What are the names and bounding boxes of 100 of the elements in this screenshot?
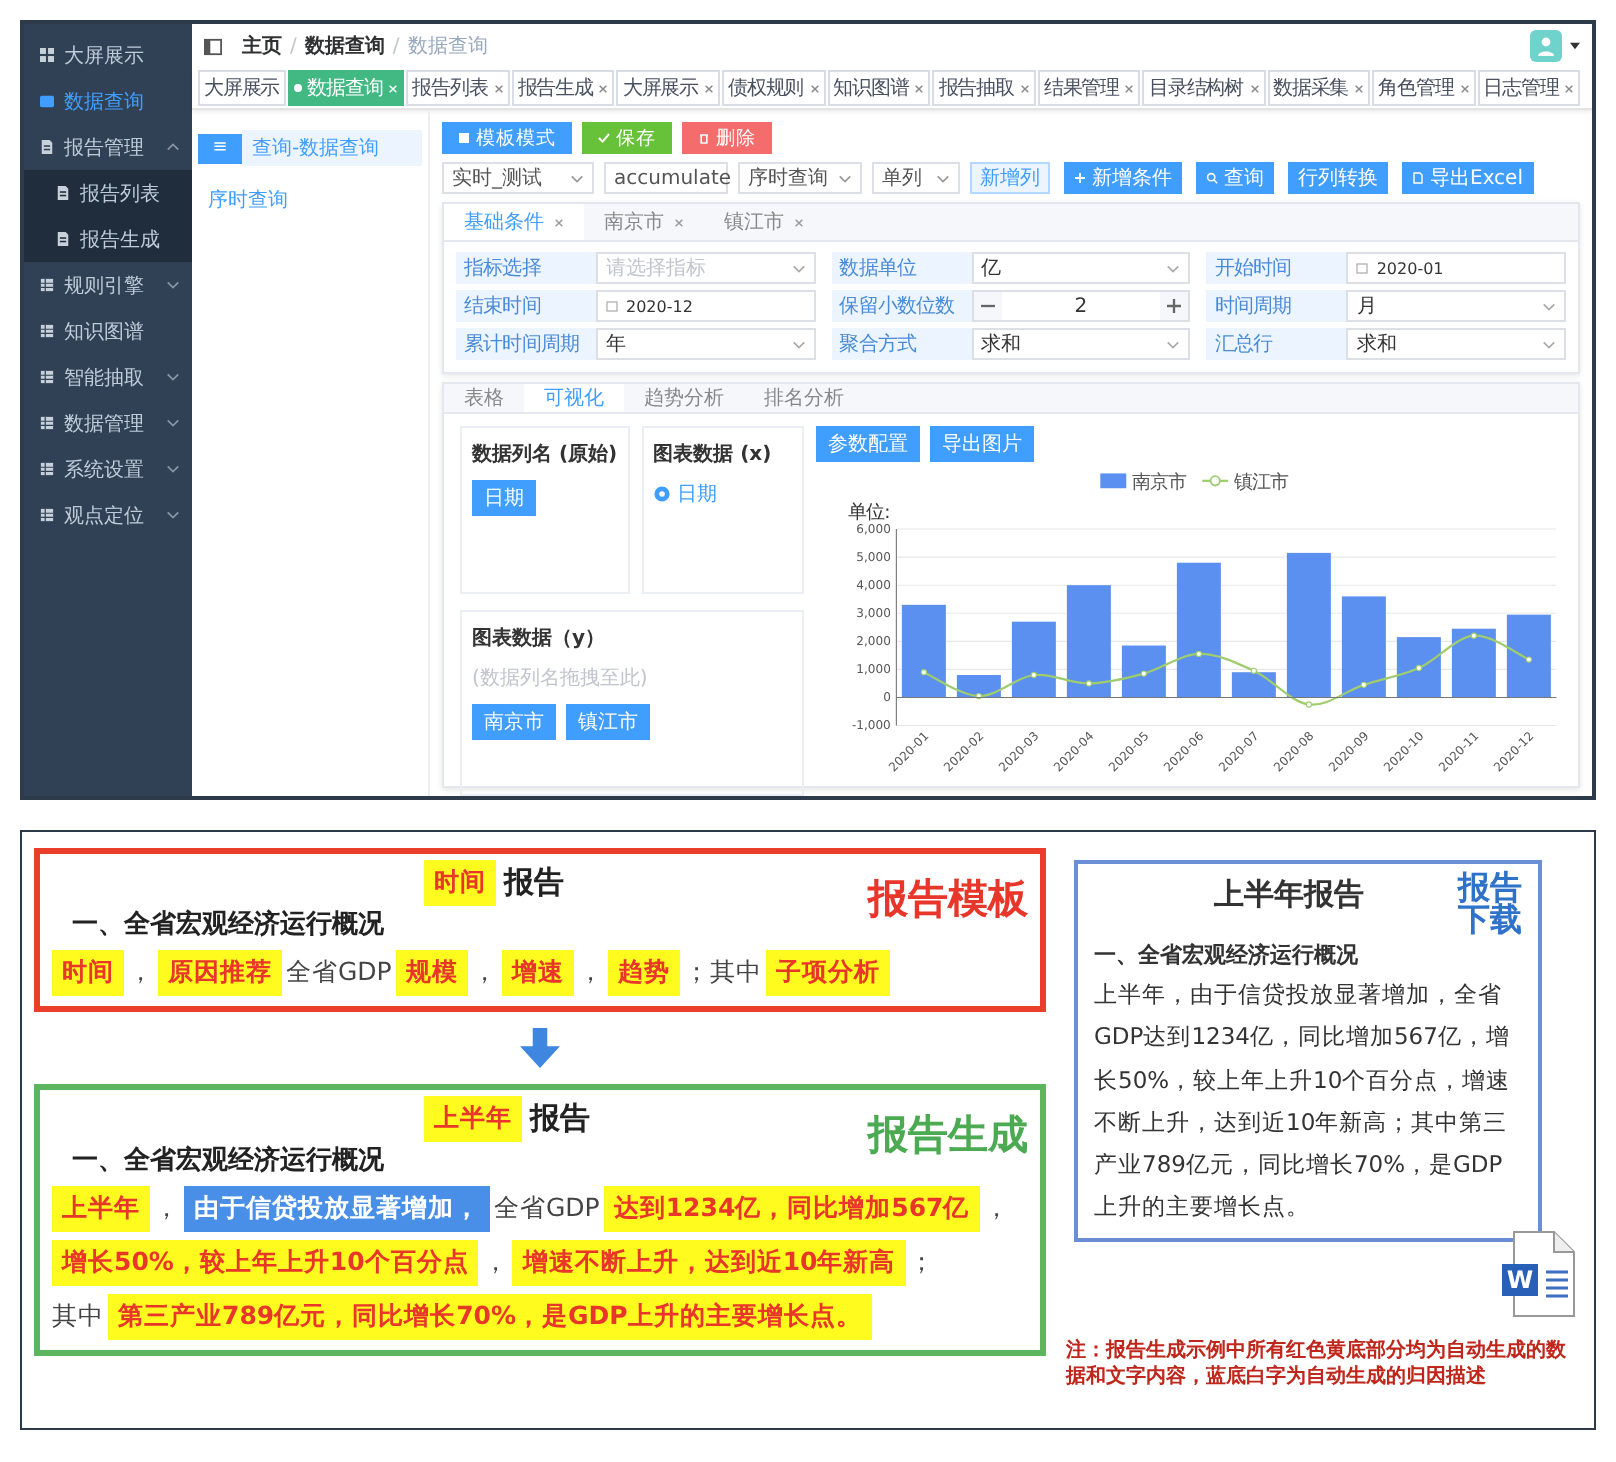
line-point — [1030, 671, 1038, 679]
sidebar-item[interactable]: 智能抽取 — [24, 354, 192, 400]
section-heading: 一、全省宏观经济运行概况 — [72, 907, 386, 942]
close-icon[interactable] — [674, 217, 684, 227]
page-tab[interactable]: 报告抽取 — [932, 70, 1036, 106]
condition-tab[interactable]: 南京市 — [584, 204, 704, 240]
page-tab[interactable]: 角色管理 — [1372, 70, 1476, 106]
report-text: 上半年 — [424, 1096, 522, 1142]
report-text: 时间 — [52, 950, 124, 996]
folder-icon — [40, 94, 54, 108]
select-field[interactable]: 求和 — [971, 328, 1191, 360]
legend-item[interactable]: 南京市 — [1100, 472, 1186, 495]
square-icon — [458, 132, 470, 144]
report-text: 增长50%，较上年上升10个百分点 — [52, 1240, 479, 1286]
bar — [1011, 621, 1056, 698]
close-icon[interactable] — [493, 83, 504, 93]
sidebar-subitem[interactable]: 报告生成 — [24, 216, 192, 262]
collapse-icon[interactable] — [204, 37, 222, 55]
result-tab[interactable]: 趋势分析 — [624, 384, 744, 412]
close-icon[interactable] — [1019, 83, 1030, 93]
page-tab[interactable]: 日志管理 — [1477, 70, 1581, 106]
page-tab[interactable]: 报告列表 — [406, 70, 510, 106]
page-tab[interactable]: 知识图谱 — [827, 70, 931, 106]
section-heading: 一、全省宏观经济运行概况 — [72, 1143, 386, 1178]
number-stepper[interactable]: 2 — [971, 290, 1191, 322]
calendar-icon — [1356, 262, 1369, 274]
page-tab[interactable]: 结果管理 — [1037, 70, 1141, 106]
field-label: 指标选择 — [456, 252, 596, 284]
table-icon — [40, 324, 54, 338]
close-icon[interactable] — [1249, 83, 1259, 93]
select-field[interactable]: accumulate — [604, 162, 728, 194]
select-field[interactable]: 年 — [596, 328, 816, 360]
line-point — [1525, 656, 1533, 663]
bar — [901, 604, 946, 698]
plus-icon — [1074, 172, 1086, 184]
close-icon[interactable] — [704, 83, 715, 93]
report-text: 趋势 — [607, 950, 680, 996]
report-text: 第三产业789亿元，同比增长70%，是GDP上升的主要增长点。 — [108, 1294, 872, 1340]
page-tab[interactable]: 目录结构树 — [1142, 70, 1265, 106]
page-tab[interactable]: 大屏展示 — [198, 70, 286, 106]
sidebar-item[interactable]: 大屏展示 — [24, 32, 192, 78]
plus-icon[interactable] — [1160, 292, 1189, 320]
line-point — [1360, 681, 1368, 688]
legend-item[interactable]: 镇江市 — [1202, 472, 1288, 495]
field-label: 数据单位 — [831, 252, 972, 284]
report-text: 报告 — [504, 864, 564, 902]
page-tab[interactable]: 债权规则 — [722, 70, 826, 106]
sidebar-item[interactable]: 规则引擎 — [24, 262, 192, 308]
close-icon[interactable] — [809, 83, 820, 93]
close-icon[interactable] — [914, 83, 925, 93]
close-icon[interactable] — [1354, 83, 1365, 93]
report-text: ， — [471, 956, 498, 990]
download-label[interactable]: 报告下载 — [1458, 872, 1522, 936]
date-field[interactable]: 2020-01 — [1346, 252, 1566, 284]
select-field[interactable]: 亿 — [971, 252, 1191, 284]
calendar-icon — [606, 300, 618, 312]
minus-icon[interactable] — [973, 292, 1002, 320]
breadcrumb-link[interactable]: 数据查询 — [304, 32, 385, 60]
page-tab[interactable]: 大屏展示 — [616, 70, 721, 106]
close-icon[interactable] — [1564, 83, 1575, 93]
caret-icon — [791, 263, 806, 273]
close-icon[interactable] — [1459, 83, 1470, 93]
breadcrumb-separator: / — [392, 35, 400, 57]
close-icon[interactable] — [598, 83, 609, 93]
select-field[interactable]: 实时_测试 — [442, 162, 594, 194]
section-heading: 一、全省宏观经济运行概况 — [1094, 940, 1360, 970]
radio-button[interactable] — [653, 486, 670, 502]
sidebar-item[interactable]: 数据管理 — [24, 400, 192, 446]
bar — [1121, 645, 1166, 698]
caret-icon[interactable] — [1570, 42, 1580, 50]
condition-tab[interactable]: 镇江市 — [704, 204, 824, 240]
breadcrumb-link[interactable]: 主页 — [242, 32, 282, 60]
report-text: ； — [909, 1246, 936, 1280]
result-tab[interactable]: 表格 — [444, 384, 524, 412]
report-text: ， — [983, 1192, 1010, 1226]
document-icon — [40, 140, 54, 154]
table-icon — [40, 462, 54, 476]
line-point — [1250, 667, 1258, 674]
page-tab[interactable]: 数据采集 — [1267, 70, 1371, 106]
close-icon[interactable] — [554, 217, 564, 227]
select-field[interactable]: 序时查询 — [738, 162, 862, 194]
page-tab[interactable]: 报告生成 — [511, 70, 615, 106]
bar — [1451, 628, 1496, 698]
sidebar-item[interactable]: 观点定位 — [24, 492, 192, 538]
select-field[interactable]: 单列 — [872, 162, 960, 194]
sidebar-item[interactable]: 系统设置 — [24, 446, 192, 492]
select-field[interactable]: 求和 — [1346, 328, 1566, 360]
report-title: 上半年报告 — [1214, 876, 1364, 914]
close-icon[interactable] — [1124, 83, 1135, 93]
close-icon[interactable] — [794, 217, 804, 227]
date-field[interactable]: 2020-12 — [596, 290, 816, 322]
chevron-icon — [166, 418, 180, 428]
sidebar-item[interactable]: 数据查询 — [24, 78, 192, 124]
sidebar-subitem[interactable]: 报告列表 — [24, 170, 192, 216]
sidebar-item[interactable]: 报告管理 — [24, 124, 192, 170]
sidebar-item[interactable]: 知识图谱 — [24, 308, 192, 354]
bar — [1066, 585, 1111, 698]
line-point — [1305, 701, 1313, 708]
result-tab[interactable]: 排名分析 — [744, 384, 864, 412]
select-field[interactable]: 月 — [1346, 290, 1566, 322]
